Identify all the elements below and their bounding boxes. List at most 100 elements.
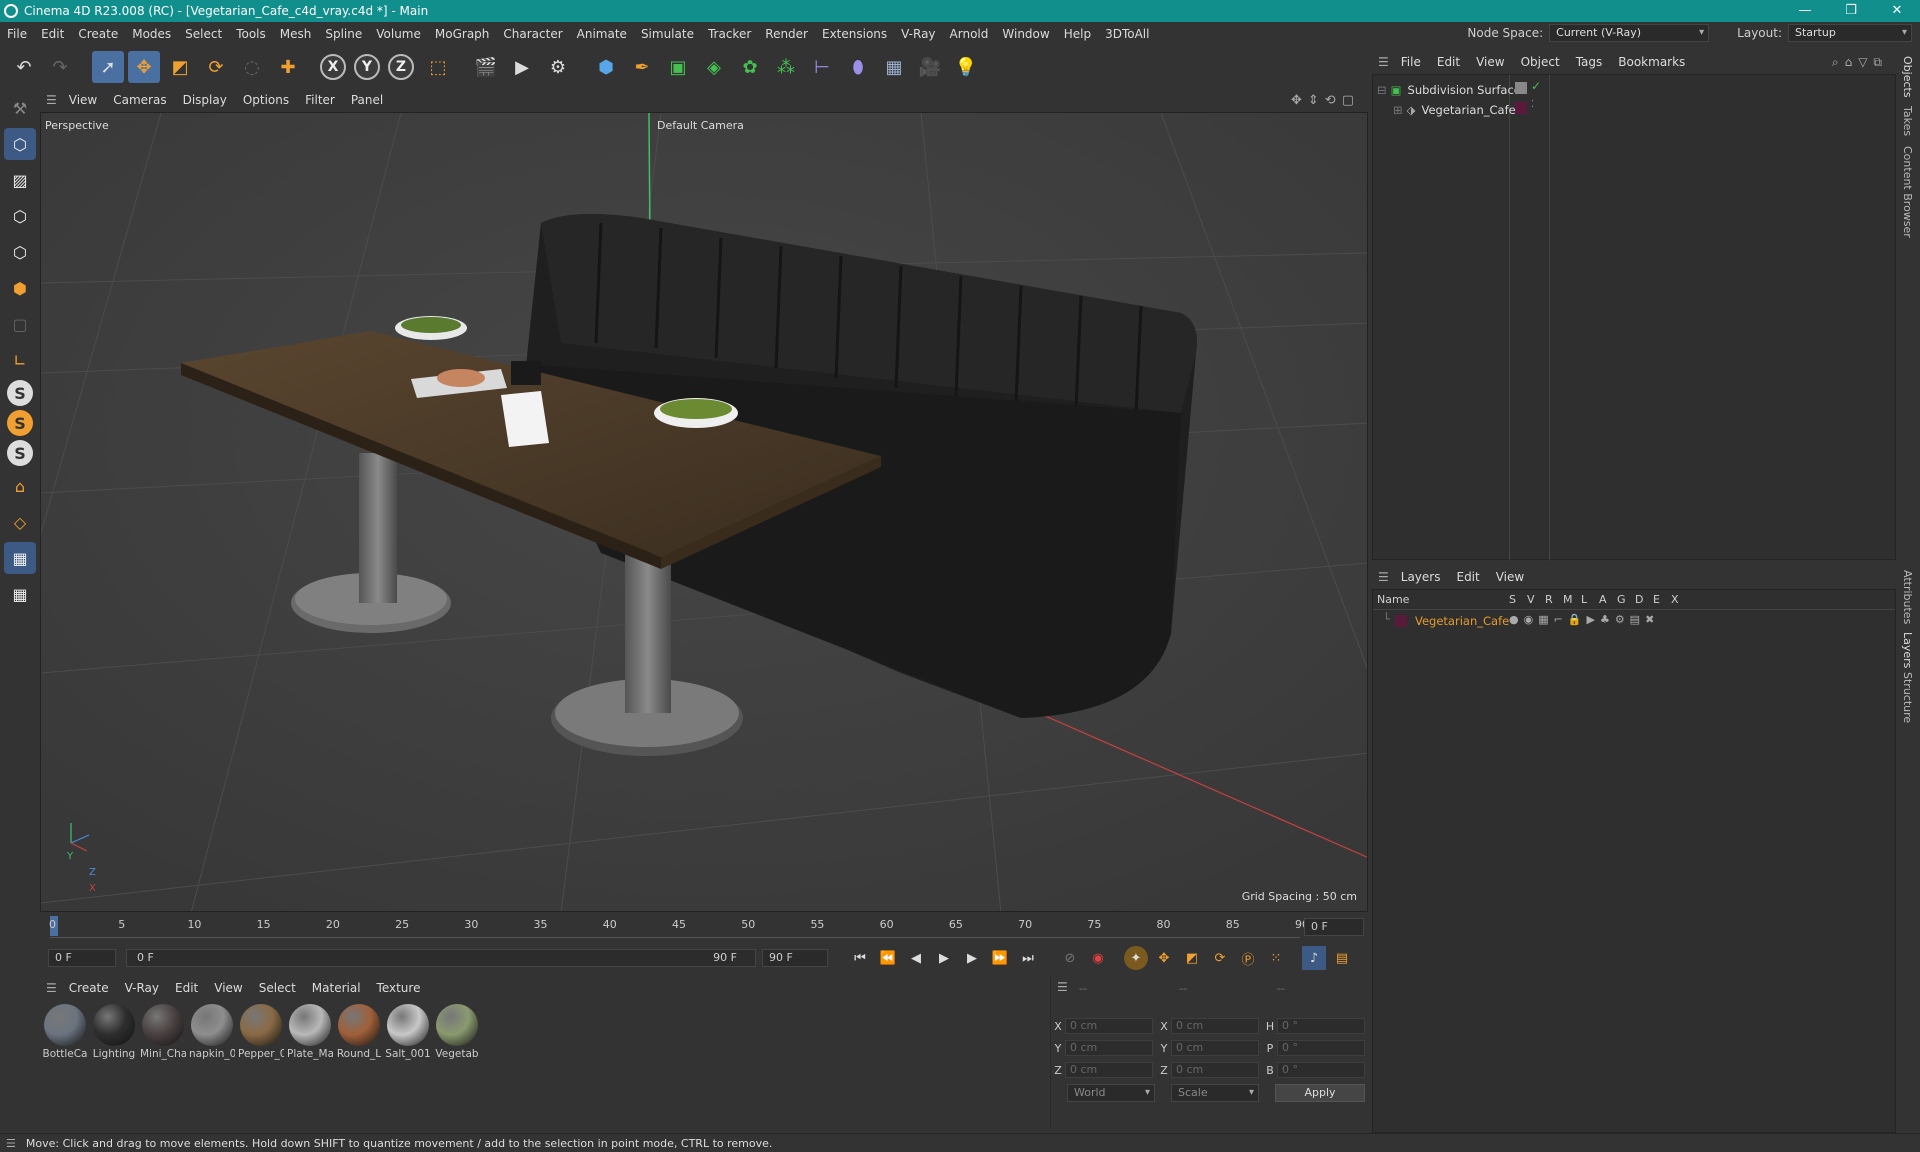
menu-render[interactable]: Render [758, 27, 815, 41]
material-swatch[interactable]: Mini_Cha [140, 1004, 186, 1060]
key-pla-icon[interactable]: ⁙ [1264, 946, 1288, 970]
object-menu-view[interactable]: View [1468, 55, 1512, 69]
menu-spline[interactable]: Spline [318, 27, 369, 41]
make-editable-icon[interactable]: ⚒ [4, 92, 36, 124]
material-menu-edit[interactable]: Edit [167, 981, 206, 995]
tab-layers[interactable]: Layers [1901, 632, 1914, 668]
axis-mode-icon[interactable]: ∟ [4, 344, 36, 376]
menu-select[interactable]: Select [178, 27, 229, 41]
tab-attributes[interactable]: Attributes [1901, 570, 1914, 624]
subdivision-generator-icon[interactable]: ▣ [662, 51, 694, 83]
menu-vray[interactable]: V-Ray [894, 27, 942, 41]
viewport-menu-filter[interactable]: Filter [297, 93, 343, 107]
symmetry-icon[interactable]: S [7, 440, 33, 466]
play-icon[interactable]: ▶ [932, 946, 956, 970]
rotation-b-field[interactable]: 0 ° [1277, 1062, 1365, 1078]
field-icon[interactable]: ⬮ [842, 51, 874, 83]
cloner-icon[interactable]: ✿ [734, 51, 766, 83]
layer-color-swatch[interactable] [1395, 615, 1407, 627]
viewport-menu-view[interactable]: View [61, 93, 105, 107]
render-settings-icon[interactable]: ⚙ [542, 51, 574, 83]
previous-frame-icon[interactable]: ◀ [904, 946, 928, 970]
layer-toggle-icons[interactable]: ●◉▦⌐🔒▶♣⚙▤✖ [1509, 613, 1659, 626]
cube-primitive-icon[interactable]: ⬢ [590, 51, 622, 83]
timeline-ruler[interactable]: 0 5 10 15 20 25 30 35 40 45 50 55 60 65 70 75 80 85 90 0 F [40, 912, 1368, 942]
timeline-window-icon[interactable]: ▤ [1330, 946, 1354, 970]
tab-takes[interactable]: Takes [1901, 106, 1914, 136]
current-frame-field[interactable]: 0 F [1304, 918, 1364, 936]
material-swatch[interactable]: Pepper_0 [238, 1004, 284, 1060]
transform-mode-dropdown[interactable]: Scale [1171, 1084, 1259, 1102]
snap-icon[interactable]: S [7, 380, 33, 406]
material-menu-texture[interactable]: Texture [369, 981, 429, 995]
object-menu-file[interactable]: File [1393, 55, 1429, 69]
size-y-field[interactable]: 0 cm [1171, 1040, 1259, 1056]
texture-mode-icon[interactable]: ▨ [4, 164, 36, 196]
rotation-h-field[interactable]: 0 ° [1277, 1018, 1365, 1034]
filter-icon[interactable]: ▽ [1858, 55, 1873, 69]
viewport-maximize-icon[interactable]: ▢ [1342, 93, 1360, 108]
undo-icon[interactable]: ↶ [8, 51, 40, 83]
menu-simulate[interactable]: Simulate [634, 27, 701, 41]
maximize-button[interactable]: ❐ [1828, 0, 1874, 22]
camera-icon[interactable]: 🎥 [914, 51, 946, 83]
object-menu-tags[interactable]: Tags [1568, 55, 1611, 69]
hamburger-icon[interactable]: ☰ [6, 1137, 16, 1150]
layers-menu-edit[interactable]: Edit [1448, 570, 1487, 584]
material-swatch[interactable]: Round_L [336, 1004, 382, 1060]
record-active-icon[interactable]: ⊘ [1058, 946, 1082, 970]
render-region-icon[interactable]: 🎬 [470, 51, 502, 83]
material-swatch[interactable]: Vegetab [434, 1004, 480, 1060]
point-mode-icon[interactable]: ⬡ [4, 200, 36, 232]
material-swatch[interactable]: Salt_001 [385, 1004, 431, 1060]
extrude-generator-icon[interactable]: ◈ [698, 51, 730, 83]
viewport-menu-panel[interactable]: Panel [343, 93, 391, 107]
new-window-icon[interactable]: ⧉ [1873, 55, 1888, 69]
apply-button[interactable]: Apply [1275, 1084, 1365, 1102]
start-frame-field[interactable]: 0 F [48, 949, 116, 967]
menu-arnold[interactable]: Arnold [943, 27, 996, 41]
deformer-icon[interactable]: ⊢ [806, 51, 838, 83]
position-x-field[interactable]: 0 cm [1065, 1018, 1153, 1034]
object-menu-bookmarks[interactable]: Bookmarks [1610, 55, 1693, 69]
hamburger-icon[interactable]: ☰ [46, 981, 57, 995]
search-icon[interactable]: ⌕ [1832, 55, 1845, 69]
coordinate-tool-icon[interactable]: ✚ [272, 51, 304, 83]
interpolation-icon[interactable]: ♪ [1302, 946, 1326, 970]
object-row-vegetarian-cafe[interactable]: ⊞ ⬗ Vegetarian_Cafe [1393, 101, 1516, 119]
material-swatch[interactable]: BottleCa [42, 1004, 88, 1060]
grid-icon[interactable]: ▦ [4, 542, 36, 574]
material-swatch[interactable]: napkin_0 [189, 1004, 235, 1060]
minimize-button[interactable]: — [1782, 0, 1828, 22]
viewport-menu-cameras[interactable]: Cameras [105, 93, 174, 107]
redo-icon[interactable]: ↷ [44, 51, 76, 83]
hamburger-icon[interactable]: ☰ [46, 93, 57, 107]
menu-edit[interactable]: Edit [34, 27, 71, 41]
material-menu-create[interactable]: Create [61, 981, 117, 995]
menu-3dtoall[interactable]: 3DToAll [1098, 27, 1156, 41]
hamburger-icon[interactable]: ☰ [1057, 980, 1068, 994]
visibility-dots-icon[interactable]: ⁚ [1531, 99, 1534, 110]
keyframe-selection-icon[interactable]: ✦ [1124, 946, 1148, 970]
menu-extensions[interactable]: Extensions [815, 27, 894, 41]
light-icon[interactable]: 💡 [950, 51, 982, 83]
menu-mograph[interactable]: MoGraph [428, 27, 497, 41]
next-frame-icon[interactable]: ▶ [960, 946, 984, 970]
menu-tracker[interactable]: Tracker [701, 27, 758, 41]
rotation-p-field[interactable]: 0 ° [1277, 1040, 1365, 1056]
y-axis-lock-icon[interactable]: Y [354, 54, 380, 80]
magnet-icon[interactable]: ⌂ [4, 470, 36, 502]
selection-tool-icon[interactable]: ➚ [92, 51, 124, 83]
go-to-end-icon[interactable]: ⏭ [1016, 946, 1040, 970]
tab-objects[interactable]: Objects [1901, 56, 1914, 98]
soft-selection-icon[interactable]: S [7, 410, 33, 436]
pen-spline-icon[interactable]: ✒ [626, 51, 658, 83]
next-key-icon[interactable]: ⏩ [988, 946, 1012, 970]
hamburger-icon[interactable]: ☰ [1378, 570, 1389, 584]
menu-volume[interactable]: Volume [369, 27, 428, 41]
material-menu-vray[interactable]: V-Ray [117, 981, 167, 995]
layers-menu-view[interactable]: View [1488, 570, 1532, 584]
mograph-icon[interactable]: ⁂ [770, 51, 802, 83]
tab-structure[interactable]: Structure [1901, 672, 1914, 723]
menu-window[interactable]: Window [995, 27, 1056, 41]
